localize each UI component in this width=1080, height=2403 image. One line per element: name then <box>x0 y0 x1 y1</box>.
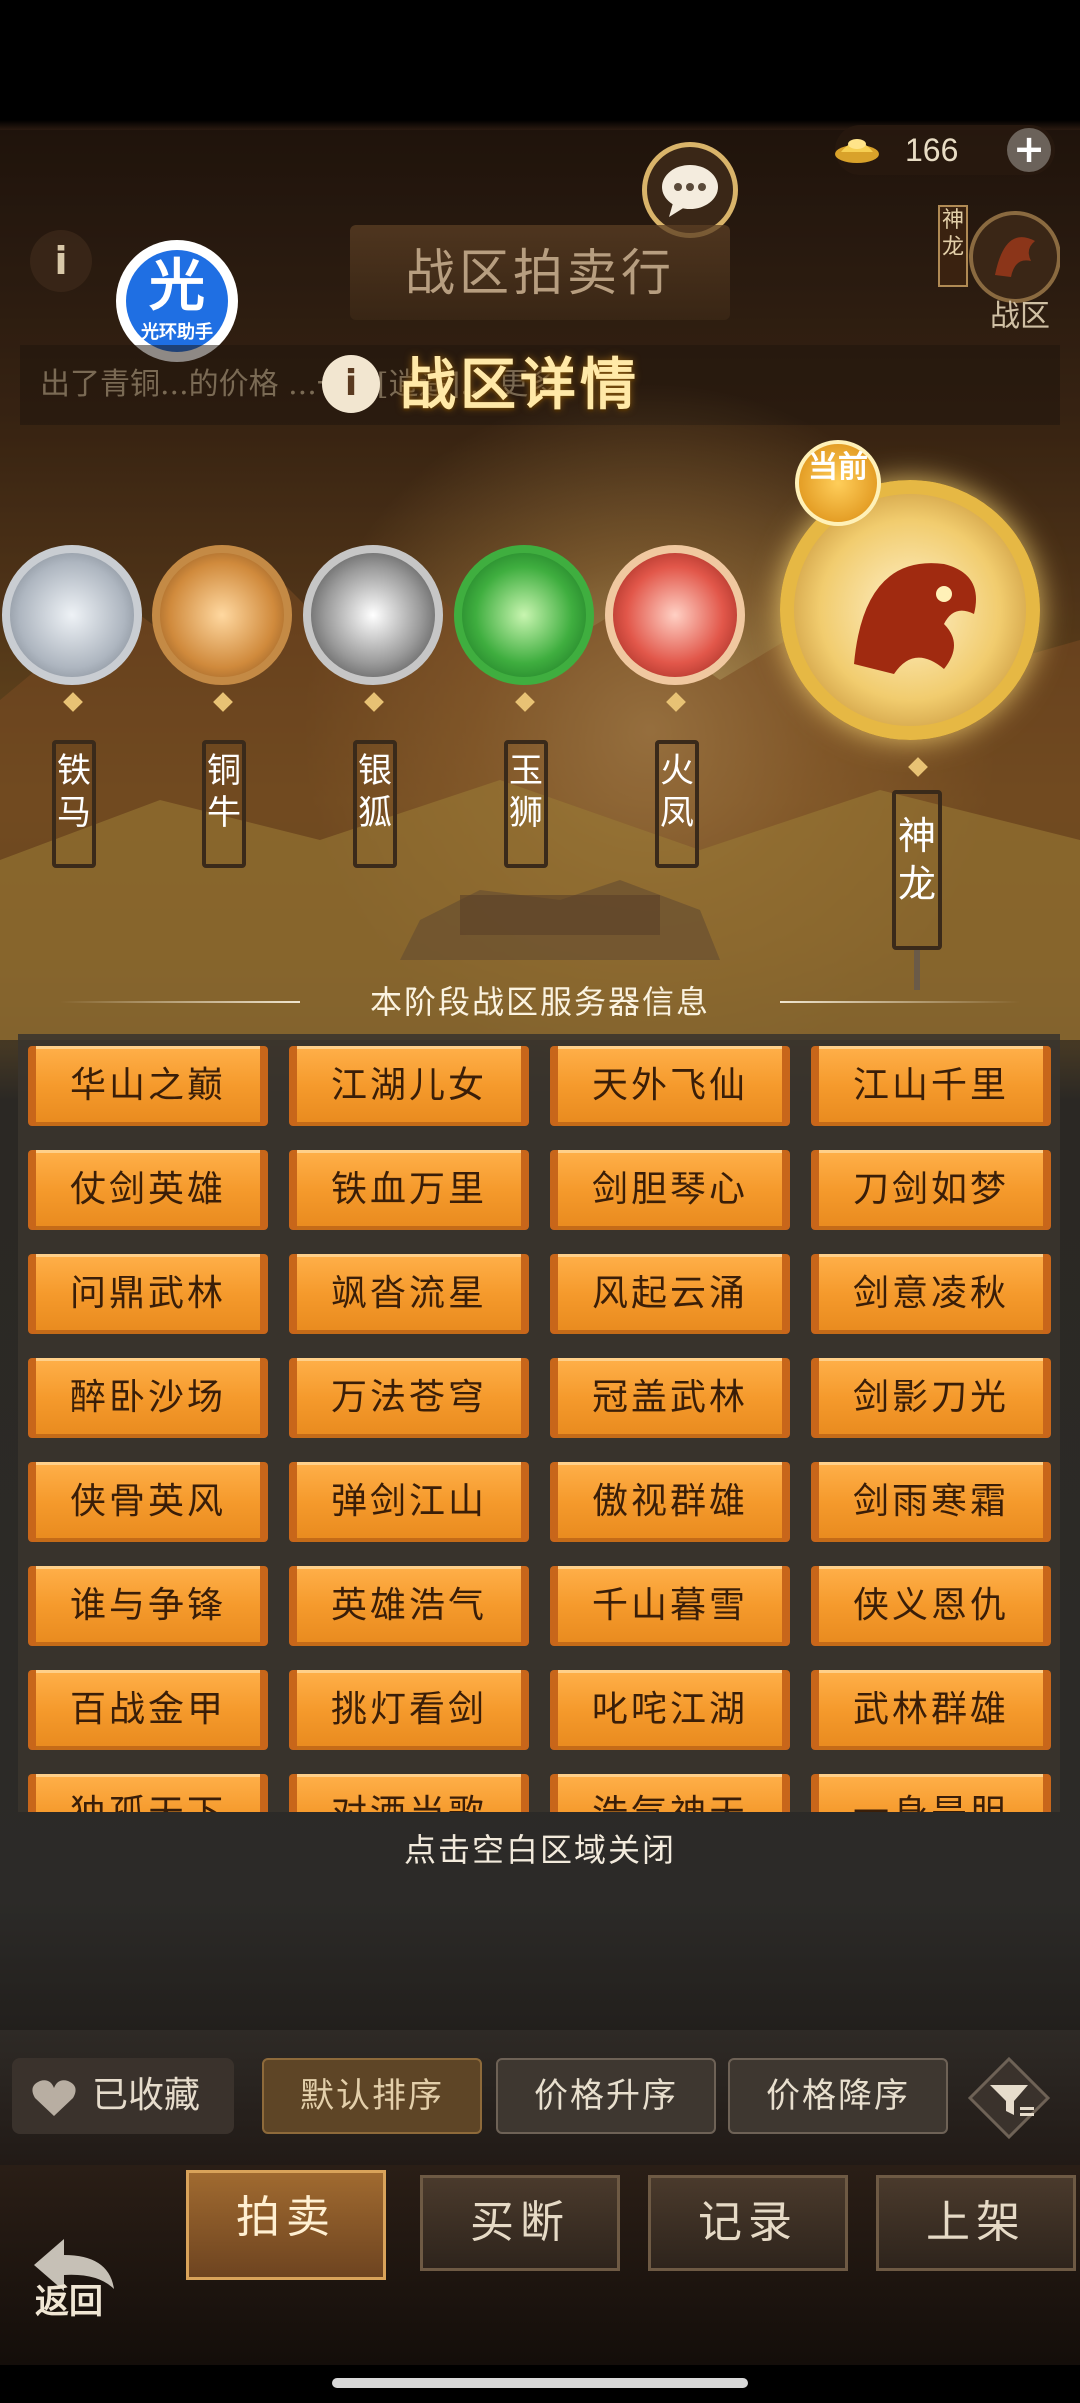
server-button[interactable]: 侠义恩仇 <box>811 1566 1051 1646</box>
gold-amount: 166 <box>905 132 959 168</box>
current-zone-tag: 当前 <box>795 440 881 526</box>
lion-emblem-icon <box>454 545 594 685</box>
logo-char: 光 <box>149 254 205 319</box>
section-title: 本阶段战区服务器信息 <box>369 983 710 1021</box>
sort-price-asc-button[interactable]: 价格升序 <box>496 2058 716 2134</box>
gold-ingot-icon <box>835 139 879 163</box>
server-button[interactable]: 一身是胆 <box>811 1774 1051 1812</box>
server-button[interactable]: 挑灯看剑 <box>289 1670 529 1750</box>
server-button[interactable]: 叱咤江湖 <box>550 1670 790 1750</box>
zone-emblem-yinhu[interactable] <box>303 545 443 685</box>
chat-bubble-icon <box>662 165 718 217</box>
server-button[interactable]: 谁与争锋 <box>28 1566 268 1646</box>
zone-label-yushi: 玉狮 <box>504 740 548 868</box>
server-button[interactable]: 万法苍穹 <box>289 1358 529 1438</box>
zone-label-tongniu: 铜牛 <box>202 740 246 868</box>
heart-icon <box>32 2080 76 2116</box>
server-grid[interactable]: 华山之巅 江湖儿女 天外飞仙 江山千里仗剑英雄 铁血万里 剑胆琴心 刀剑如梦问鼎武林 飒沓流星… <box>18 1034 1060 1812</box>
server-button[interactable]: 天外飞仙 <box>550 1046 790 1126</box>
zone-vertical-tag: 神龙 <box>938 205 968 287</box>
zone-label-shenlong: 神龙 <box>892 790 942 950</box>
server-button[interactable]: 风起云涌 <box>550 1254 790 1334</box>
server-button[interactable]: 铁血万里 <box>289 1150 529 1230</box>
zone-label: 战区 <box>990 299 1050 334</box>
server-button[interactable]: 刀剑如梦 <box>811 1150 1051 1230</box>
server-button[interactable]: 浩气神天 <box>550 1774 790 1812</box>
server-button[interactable]: 剑雨寒霜 <box>811 1462 1051 1542</box>
helper-app-logo[interactable]: 光 光环助手 <box>116 240 238 362</box>
page-title: 战区拍卖行 <box>405 244 675 302</box>
tab-list-item[interactable]: 上架 <box>876 2175 1076 2271</box>
server-button[interactable]: 千山暮雪 <box>550 1566 790 1646</box>
server-button[interactable]: 江湖儿女 <box>289 1046 529 1126</box>
logo-subtitle: 光环助手 <box>141 322 213 343</box>
server-button[interactable]: 弹剑江山 <box>289 1462 529 1542</box>
server-button[interactable]: 英雄浩气 <box>289 1566 529 1646</box>
chat-button[interactable] <box>642 142 738 238</box>
zone-emblem-yushi[interactable] <box>454 545 594 685</box>
info-button-top[interactable]: i <box>30 230 92 292</box>
server-button[interactable]: 对酒当歌 <box>289 1774 529 1812</box>
fox-emblem-icon <box>303 545 443 685</box>
section-divider-left <box>60 1001 300 1003</box>
server-button[interactable]: 仗剑英雄 <box>28 1150 268 1230</box>
tab-auction[interactable]: 拍卖 <box>186 2170 386 2280</box>
phoenix-emblem-icon <box>605 545 745 685</box>
tab-records[interactable]: 记录 <box>648 2175 848 2271</box>
server-button[interactable]: 武林群雄 <box>811 1670 1051 1750</box>
server-button[interactable]: 醉卧沙场 <box>28 1358 268 1438</box>
server-button[interactable]: 问鼎武林 <box>28 1254 268 1334</box>
home-indicator[interactable] <box>332 2378 748 2388</box>
sort-default-button[interactable]: 默认排序 <box>262 2058 482 2134</box>
tab-buyout[interactable]: 买断 <box>420 2175 620 2271</box>
horse-emblem-icon <box>2 545 142 685</box>
server-button[interactable]: 侠骨英风 <box>28 1462 268 1542</box>
server-button[interactable]: 华山之巅 <box>28 1046 268 1126</box>
close-hint: 点击空白区域关闭 <box>403 1831 676 1869</box>
server-button[interactable]: 百战金甲 <box>28 1670 268 1750</box>
section-divider-right <box>780 1001 1020 1003</box>
zone-detail-info-button[interactable]: i <box>322 355 380 413</box>
zone-label-tiema: 铁马 <box>52 740 96 868</box>
banner-pole <box>914 950 920 990</box>
server-button[interactable]: 独孤天下 <box>28 1774 268 1812</box>
filter-icon[interactable] <box>966 2055 1052 2141</box>
add-gold-button[interactable]: + <box>1007 128 1051 172</box>
server-button[interactable]: 剑意凌秋 <box>811 1254 1051 1334</box>
zone-label-huofeng: 火凤 <box>655 740 699 868</box>
bull-emblem-icon <box>152 545 292 685</box>
zone-emblem-tongniu[interactable] <box>152 545 292 685</box>
server-button[interactable]: 剑影刀光 <box>811 1358 1051 1438</box>
back-button-label[interactable]: 返回 <box>14 2280 124 2324</box>
sort-price-desc-button[interactable]: 价格降序 <box>728 2058 948 2134</box>
popup-title: 战区详情 <box>400 352 640 418</box>
server-button[interactable]: 冠盖武林 <box>550 1358 790 1438</box>
zone-emblem-huofeng[interactable] <box>605 545 745 685</box>
zone-label-yinhu: 银狐 <box>353 740 397 868</box>
server-button[interactable]: 剑胆琴心 <box>550 1150 790 1230</box>
dragon-emblem-icon <box>854 563 976 674</box>
server-button[interactable]: 傲视群雄 <box>550 1462 790 1542</box>
server-button[interactable]: 江山千里 <box>811 1046 1051 1126</box>
zone-emblem-tiema[interactable] <box>2 545 142 685</box>
server-button[interactable]: 飒沓流星 <box>289 1254 529 1334</box>
